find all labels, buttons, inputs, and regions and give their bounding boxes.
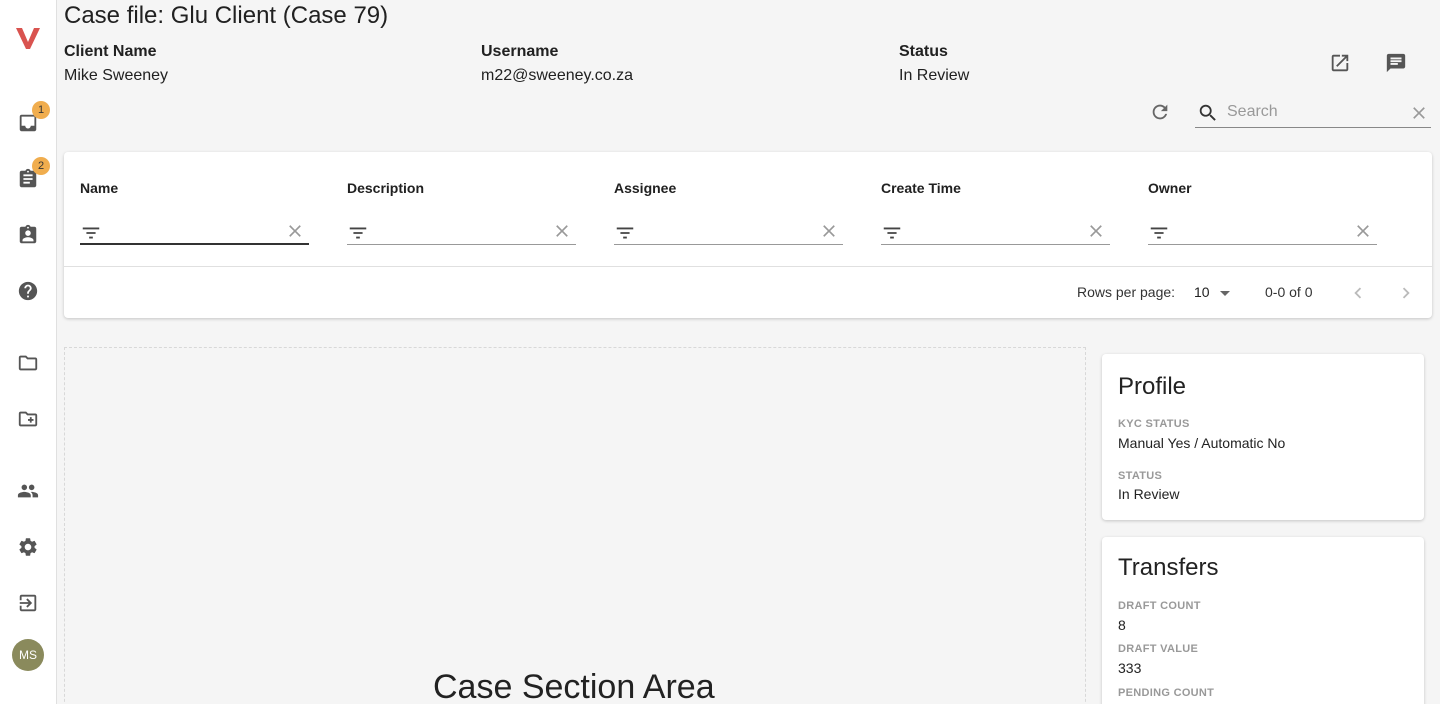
chevron-left-icon [1354, 287, 1362, 299]
filter-icon [80, 222, 102, 244]
next-page-button[interactable] [1395, 282, 1417, 304]
owner-filter[interactable] [1148, 218, 1377, 245]
avatar[interactable]: MS [12, 639, 44, 671]
table-divider [64, 266, 1432, 267]
settings-icon [19, 538, 37, 556]
column-header-description[interactable]: Description [347, 180, 424, 196]
page-title: Case file: Glu Client (Case 79) [64, 2, 389, 29]
client-name-label: Client Name [64, 43, 157, 60]
case-section-area: Case Section Area [64, 347, 1086, 704]
case-section-label: Case Section Area [433, 668, 715, 704]
sidebar-item-tasks[interactable]: 2 [14, 157, 50, 193]
pending-count-label: PENDING COUNT [1118, 687, 1215, 699]
username-field: Username m22@sweeney.co.za [481, 43, 633, 85]
refresh-button[interactable] [1147, 99, 1173, 125]
profile-status-value: In Review [1118, 486, 1180, 502]
search-icon [1197, 102, 1219, 124]
sidebar-item-settings[interactable] [14, 533, 42, 561]
search-input[interactable] [1227, 100, 1397, 124]
app-logo[interactable] [14, 24, 42, 52]
filter-icon [614, 222, 636, 244]
filter-clear-icon[interactable] [552, 221, 572, 241]
name-filter[interactable] [80, 218, 309, 245]
column-header-owner[interactable]: Owner [1148, 180, 1192, 196]
column-header-name[interactable]: Name [80, 180, 118, 196]
sidebar-item-logout[interactable] [14, 589, 42, 617]
sidebar-item-help[interactable] [14, 277, 42, 305]
client-name-field: Client Name Mike Sweeney [64, 43, 168, 85]
sidebar-item-new-folder[interactable] [14, 405, 42, 433]
profile-status-label: STATUS [1118, 470, 1163, 482]
chevron-down-icon [1219, 290, 1230, 296]
assignment-ind-icon [19, 224, 37, 244]
case-table: Name Description Assignee Create Time Ow… [64, 152, 1432, 318]
folder-icon [18, 355, 38, 371]
sidebar-item-inbox[interactable]: 1 [14, 101, 50, 137]
transfers-card: Transfers DRAFT COUNT 8 DRAFT VALUE 333 … [1102, 537, 1424, 704]
create-new-folder-icon [18, 411, 38, 427]
kyc-status-value: Manual Yes / Automatic No [1118, 435, 1286, 451]
sidebar-item-users[interactable] [14, 477, 42, 505]
tasks-badge: 2 [32, 157, 50, 175]
rows-per-page-select[interactable]: 10 [1194, 284, 1230, 300]
transfers-title: Transfers [1118, 554, 1219, 581]
search-field [1195, 96, 1431, 128]
open-external-button[interactable] [1327, 50, 1353, 76]
rows-per-page-label: Rows per page: [1077, 284, 1176, 300]
open-in-new-icon [1331, 54, 1349, 72]
filter-icon [347, 222, 369, 244]
search-clear-icon[interactable] [1409, 103, 1429, 123]
inbox-badge: 1 [32, 101, 50, 119]
draft-count-label: DRAFT COUNT [1118, 600, 1201, 612]
chevron-right-icon [1402, 287, 1410, 299]
draft-value-label: DRAFT VALUE [1118, 643, 1199, 655]
filter-clear-icon[interactable] [1353, 221, 1373, 241]
rows-per-page-value: 10 [1194, 284, 1210, 300]
refresh-icon [1152, 104, 1168, 120]
filter-clear-icon[interactable] [819, 221, 839, 241]
profile-card: Profile KYC STATUS Manual Yes / Automati… [1102, 354, 1424, 520]
filter-clear-icon[interactable] [1086, 221, 1106, 241]
draft-value-value: 333 [1118, 660, 1142, 676]
kyc-status-label: KYC STATUS [1118, 418, 1190, 430]
column-header-assignee[interactable]: Assignee [614, 180, 676, 196]
exit-icon [19, 594, 37, 612]
help-icon [18, 281, 38, 301]
chat-icon [1386, 53, 1406, 73]
sidebar-item-assigned[interactable] [14, 221, 42, 249]
username-value: m22@sweeney.co.za [481, 67, 634, 84]
status-field: Status In Review [899, 43, 969, 85]
sidebar: 1 2 MS [0, 0, 57, 704]
create-time-filter[interactable] [881, 218, 1110, 245]
username-label: Username [481, 43, 559, 60]
pagination-range: 0-0 of 0 [1265, 284, 1313, 300]
filter-clear-icon[interactable] [285, 221, 305, 241]
previous-page-button[interactable] [1347, 282, 1369, 304]
client-name-value: Mike Sweeney [64, 67, 169, 84]
description-filter[interactable] [347, 218, 576, 245]
people-icon [17, 484, 39, 498]
comments-button[interactable] [1383, 50, 1409, 76]
profile-title: Profile [1118, 373, 1187, 400]
status-value: In Review [899, 67, 970, 84]
column-header-create-time[interactable]: Create Time [881, 180, 961, 196]
filter-icon [1148, 222, 1170, 244]
assignee-filter[interactable] [614, 218, 843, 245]
status-label: Status [899, 43, 948, 60]
draft-count-value: 8 [1118, 617, 1126, 633]
filter-icon [881, 222, 903, 244]
sidebar-item-folder[interactable] [14, 349, 42, 377]
